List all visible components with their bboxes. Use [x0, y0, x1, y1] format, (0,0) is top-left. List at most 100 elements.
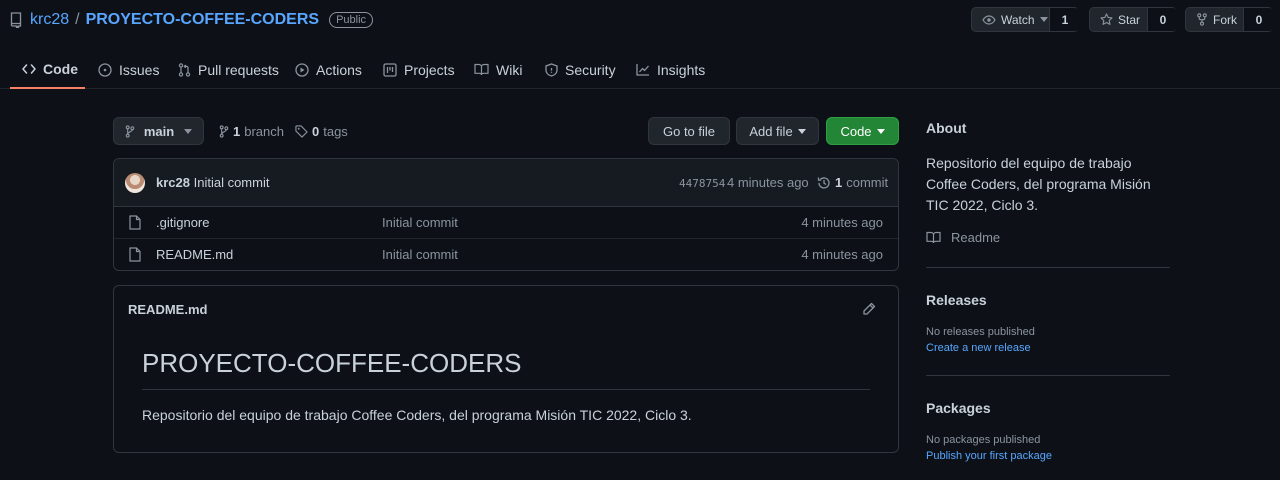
book-icon — [926, 231, 941, 244]
go-to-file-label: Go to file — [662, 123, 716, 139]
visibility-badge: Public — [329, 12, 374, 28]
readme-panel: README.md PROYECTO-COFFEE-CODERS Reposit… — [113, 285, 899, 453]
tab-wiki[interactable]: Wiki — [474, 50, 522, 89]
tab-pull-requests[interactable]: Pull requests — [178, 50, 279, 89]
add-file-label: Add file — [749, 123, 793, 139]
watch-label: Watch — [1001, 12, 1035, 27]
file-icon — [129, 215, 141, 230]
branches-link[interactable]: 1 branch — [219, 122, 284, 140]
git-branch-icon — [219, 124, 229, 138]
table-row[interactable]: README.md Initial commit 4 minutes ago — [114, 239, 898, 270]
tab-insights[interactable]: Insights — [636, 50, 705, 89]
commit-message-link[interactable]: Initial commit — [194, 175, 270, 190]
repo-icon — [10, 12, 22, 28]
history-icon — [817, 176, 831, 190]
watch-button[interactable]: Watch — [972, 8, 1050, 31]
commit-count: 1 — [835, 175, 843, 190]
file-commit-message[interactable]: Initial commit — [382, 247, 458, 262]
repo-nav-tabs: Code Issues Pull requests Actions Projec… — [0, 50, 1280, 89]
file-commit-time: 4 minutes ago — [801, 247, 883, 262]
commit-history-link[interactable]: 1 commit — [817, 175, 888, 190]
fork-button[interactable]: Fork — [1186, 8, 1244, 31]
releases-empty-text: No releases published — [926, 326, 1035, 338]
tab-projects[interactable]: Projects — [383, 50, 455, 89]
heading-divider — [142, 389, 870, 390]
commit-word: commit — [846, 175, 889, 190]
pull-request-icon — [178, 62, 191, 77]
file-icon — [129, 247, 141, 262]
tag-icon — [295, 124, 308, 138]
tag-count: 0 — [312, 123, 320, 139]
commit-time: 4 minutes ago — [727, 175, 809, 190]
star-button-group: Star 0 — [1089, 7, 1178, 32]
tab-actions[interactable]: Actions — [295, 50, 362, 89]
graph-icon — [636, 63, 650, 76]
repo-owner-link[interactable]: krc28 — [30, 11, 69, 29]
tags-link[interactable]: 0 tags — [295, 122, 348, 140]
tag-word: tags — [323, 123, 348, 139]
releases-title[interactable]: Releases — [926, 292, 987, 308]
tab-label: Issues — [119, 61, 160, 78]
code-dropdown-button[interactable]: Code — [826, 117, 899, 145]
branch-word: branch — [244, 123, 284, 139]
code-button-label: Code — [840, 123, 872, 139]
repo-name-link[interactable]: PROYECTO-COFFEE-CODERS — [86, 11, 320, 29]
git-branch-icon — [125, 124, 135, 138]
code-icon — [22, 63, 36, 74]
readme-filename: README.md — [128, 302, 208, 317]
tab-label: Insights — [657, 61, 706, 78]
tab-label: Security — [565, 61, 616, 78]
chevron-down-icon — [876, 128, 885, 134]
packages-empty-text: No packages published — [926, 434, 1041, 446]
add-file-button[interactable]: Add file — [736, 117, 819, 145]
latest-commit-bar: krc28 Initial commit 4478754 4 minutes a… — [114, 159, 898, 207]
tab-label: Wiki — [496, 61, 523, 78]
file-name-link[interactable]: .gitignore — [156, 215, 209, 230]
eye-icon — [982, 14, 996, 25]
file-commit-message[interactable]: Initial commit — [382, 215, 458, 230]
chevron-down-icon — [184, 128, 193, 134]
about-description-line: Repositorio del equipo de trabajo — [926, 155, 1132, 171]
avatar[interactable] — [125, 173, 145, 193]
commit-summary: krc28 Initial commit — [156, 175, 269, 190]
tab-label: Pull requests — [198, 61, 279, 78]
tab-label: Actions — [316, 61, 362, 78]
file-list: krc28 Initial commit 4478754 4 minutes a… — [113, 158, 899, 271]
branch-count: 1 — [233, 123, 241, 139]
about-title: About — [926, 120, 967, 136]
fork-label: Fork — [1213, 12, 1237, 27]
about-description: Repositorio del equipo de trabajo Coffee… — [926, 153, 1151, 216]
issue-icon — [98, 62, 112, 77]
branch-select-button[interactable]: main — [113, 117, 204, 145]
tab-label: Code — [43, 60, 78, 77]
table-row[interactable]: .gitignore Initial commit 4 minutes ago — [114, 207, 898, 239]
watch-button-group: Watch 1 — [971, 7, 1080, 32]
watch-count[interactable]: 1 — [1050, 8, 1080, 31]
branch-name: main — [143, 123, 175, 139]
commit-sha-link[interactable]: 4478754 — [679, 177, 725, 190]
go-to-file-button[interactable]: Go to file — [648, 117, 730, 145]
publish-package-link[interactable]: Publish your first package — [926, 450, 1052, 462]
tab-issues[interactable]: Issues — [98, 50, 159, 89]
create-release-link[interactable]: Create a new release — [926, 342, 1031, 354]
readme-link[interactable]: Readme — [926, 230, 1000, 245]
tab-code[interactable]: Code — [10, 50, 85, 89]
about-description-line: TIC 2022, Ciclo 3. — [926, 197, 1039, 213]
pencil-icon[interactable] — [862, 302, 876, 316]
tab-security[interactable]: Security — [545, 50, 616, 89]
tab-label: Projects — [404, 61, 455, 78]
repo-breadcrumb: krc28 / PROYECTO-COFFEE-CODERS Public — [30, 9, 374, 31]
star-button[interactable]: Star — [1090, 8, 1148, 31]
star-icon — [1100, 13, 1113, 26]
fork-count[interactable]: 0 — [1244, 8, 1274, 31]
play-icon — [295, 62, 309, 77]
project-icon — [383, 62, 397, 77]
packages-title[interactable]: Packages — [926, 400, 991, 416]
sidebar-divider — [926, 375, 1170, 376]
star-count[interactable]: 0 — [1148, 8, 1178, 31]
file-name-link[interactable]: README.md — [156, 247, 233, 262]
breadcrumb-separator: / — [75, 11, 80, 28]
fork-icon — [1196, 13, 1208, 26]
chevron-down-icon — [1039, 17, 1048, 22]
commit-author-link[interactable]: krc28 — [156, 175, 190, 190]
